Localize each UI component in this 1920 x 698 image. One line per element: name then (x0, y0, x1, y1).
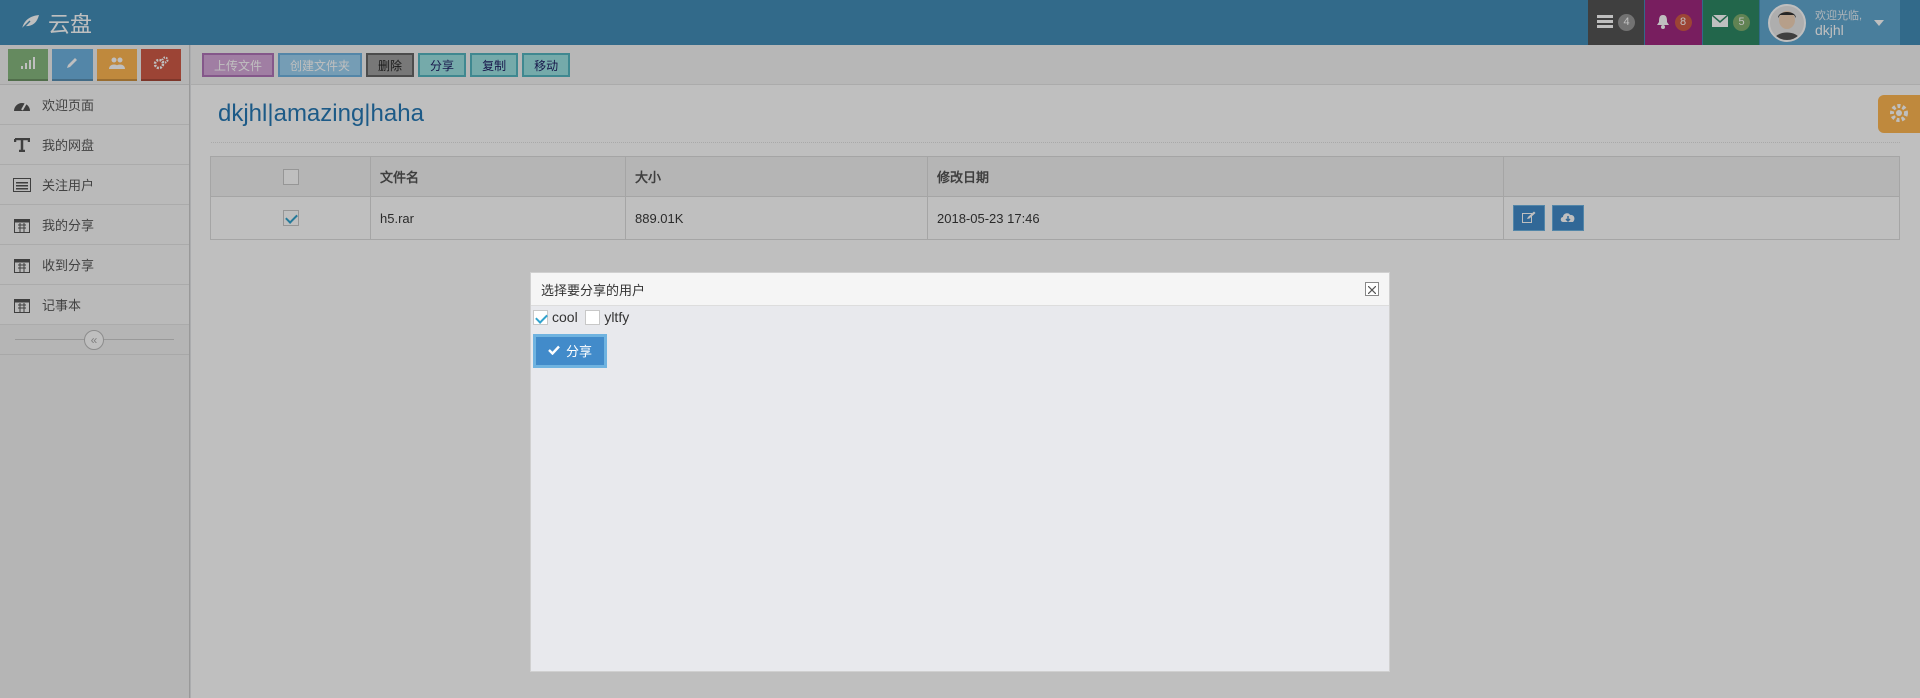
user-option-label: cool (552, 309, 578, 325)
user-option-cool[interactable]: cool (533, 309, 578, 325)
share-submit-button[interactable]: 分享 (536, 336, 605, 365)
user-checkbox[interactable] (533, 309, 548, 325)
close-button[interactable] (1365, 282, 1379, 296)
share-button-focus-ring: 分享 (533, 333, 608, 368)
user-checkbox[interactable] (585, 309, 601, 325)
close-icon (1367, 282, 1377, 297)
share-dialog: 选择要分享的用户 cool yltfy 分享 (530, 272, 1390, 672)
user-option-yltfy[interactable]: yltfy (585, 309, 629, 325)
check-icon (548, 343, 560, 358)
user-option-label: yltfy (604, 309, 630, 325)
share-submit-label: 分享 (566, 344, 593, 359)
dialog-title: 选择要分享的用户 (541, 282, 646, 298)
dialog-body: cool yltfy 分享 (531, 306, 1389, 371)
dialog-header: 选择要分享的用户 (531, 273, 1389, 306)
